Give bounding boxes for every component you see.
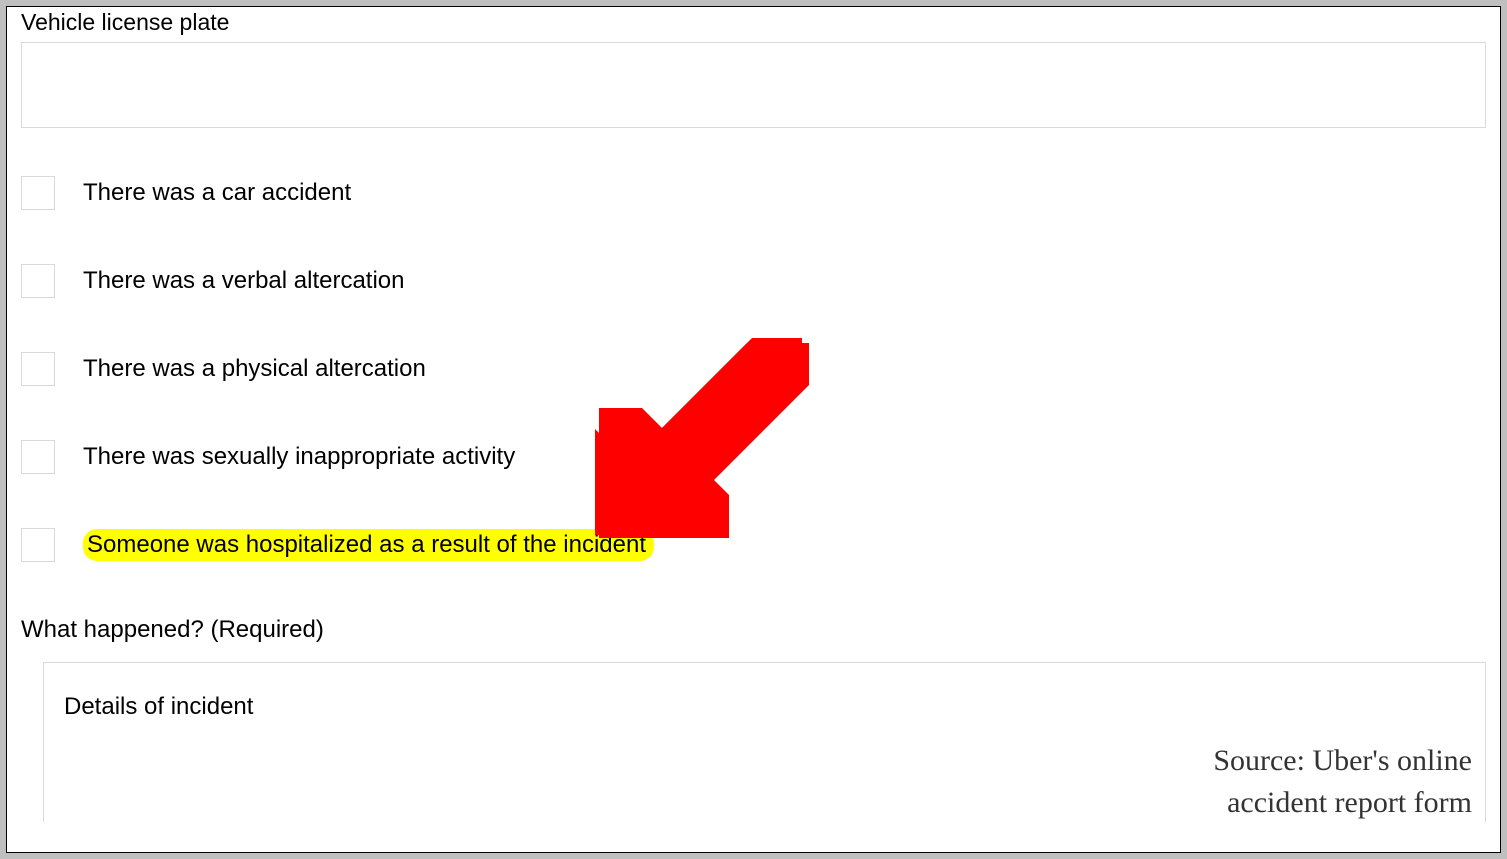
- checkbox-row-car-accident: There was a car accident: [21, 176, 1486, 210]
- source-line-1: Source: Uber's online: [1213, 740, 1472, 782]
- checkbox-label-highlighted: Someone was hospitalized as a result of …: [83, 529, 654, 561]
- checkbox-verbal-altercation[interactable]: [21, 264, 55, 298]
- details-placeholder: Details of incident: [64, 693, 253, 720]
- checkbox-row-physical-altercation: There was a physical altercation: [21, 352, 1486, 386]
- checkbox-row-hospitalized: Someone was hospitalized as a result of …: [21, 528, 1486, 562]
- what-happened-label: What happened? (Required): [21, 616, 1486, 644]
- checkbox-row-verbal-altercation: There was a verbal altercation: [21, 264, 1486, 298]
- incident-checkbox-group: There was a car accident There was a ver…: [21, 176, 1486, 562]
- checkbox-label: There was sexually inappropriate activit…: [83, 443, 515, 471]
- checkbox-physical-altercation[interactable]: [21, 352, 55, 386]
- form-page: Vehicle license plate There was a car ac…: [6, 6, 1501, 853]
- checkbox-label: There was a physical altercation: [83, 355, 426, 383]
- checkbox-label: There was a verbal altercation: [83, 267, 405, 295]
- license-plate-input[interactable]: [21, 42, 1486, 128]
- checkbox-car-accident[interactable]: [21, 176, 55, 210]
- checkbox-hospitalized[interactable]: [21, 528, 55, 562]
- checkbox-sexually-inappropriate[interactable]: [21, 440, 55, 474]
- checkbox-row-sexually-inappropriate: There was sexually inappropriate activit…: [21, 440, 1486, 474]
- source-line-2: accident report form: [1213, 782, 1472, 824]
- checkbox-label: There was a car accident: [83, 179, 351, 207]
- source-attribution: Source: Uber's online accident report fo…: [1213, 740, 1472, 824]
- license-plate-label: Vehicle license plate: [21, 7, 1486, 42]
